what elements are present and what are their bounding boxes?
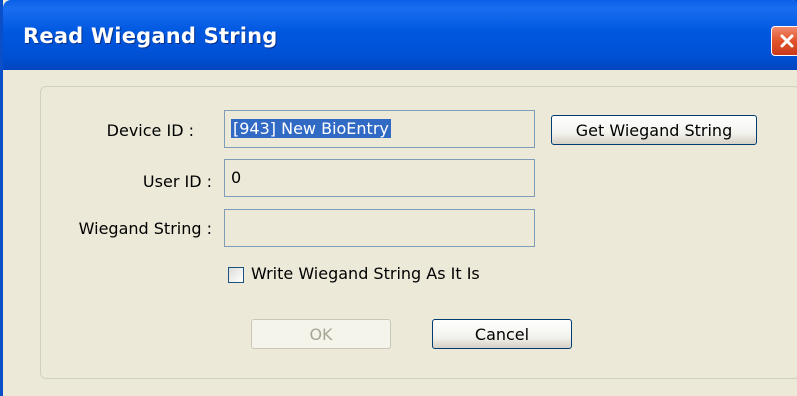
device-id-value: [943] New BioEntry [231, 119, 391, 138]
user-id-field[interactable]: 0 [224, 159, 535, 197]
close-button[interactable] [771, 26, 797, 56]
wiegand-string-field[interactable] [224, 209, 535, 247]
ok-button[interactable]: OK [251, 319, 391, 349]
title-bar[interactable]: Read Wiegand String [3, 0, 797, 70]
cancel-button[interactable]: Cancel [432, 319, 572, 349]
device-id-field[interactable]: [943] New BioEntry [224, 110, 535, 148]
dialog-window: Read Wiegand String Device ID : [943] Ne… [0, 0, 797, 396]
device-id-label: Device ID : [106, 121, 194, 140]
window-title: Read Wiegand String [23, 24, 278, 48]
get-wiegand-string-button[interactable]: Get Wiegand String [551, 115, 757, 145]
close-icon [779, 33, 795, 49]
user-id-label: User ID : [142, 172, 212, 191]
write-as-is-checkbox[interactable] [228, 267, 244, 283]
wiegand-string-label: Wiegand String : [78, 219, 212, 238]
user-id-value: 0 [231, 168, 242, 187]
write-as-is-label[interactable]: Write Wiegand String As It Is [251, 264, 480, 283]
dialog-client-area: Device ID : [943] New BioEntry Get Wiega… [6, 70, 797, 396]
